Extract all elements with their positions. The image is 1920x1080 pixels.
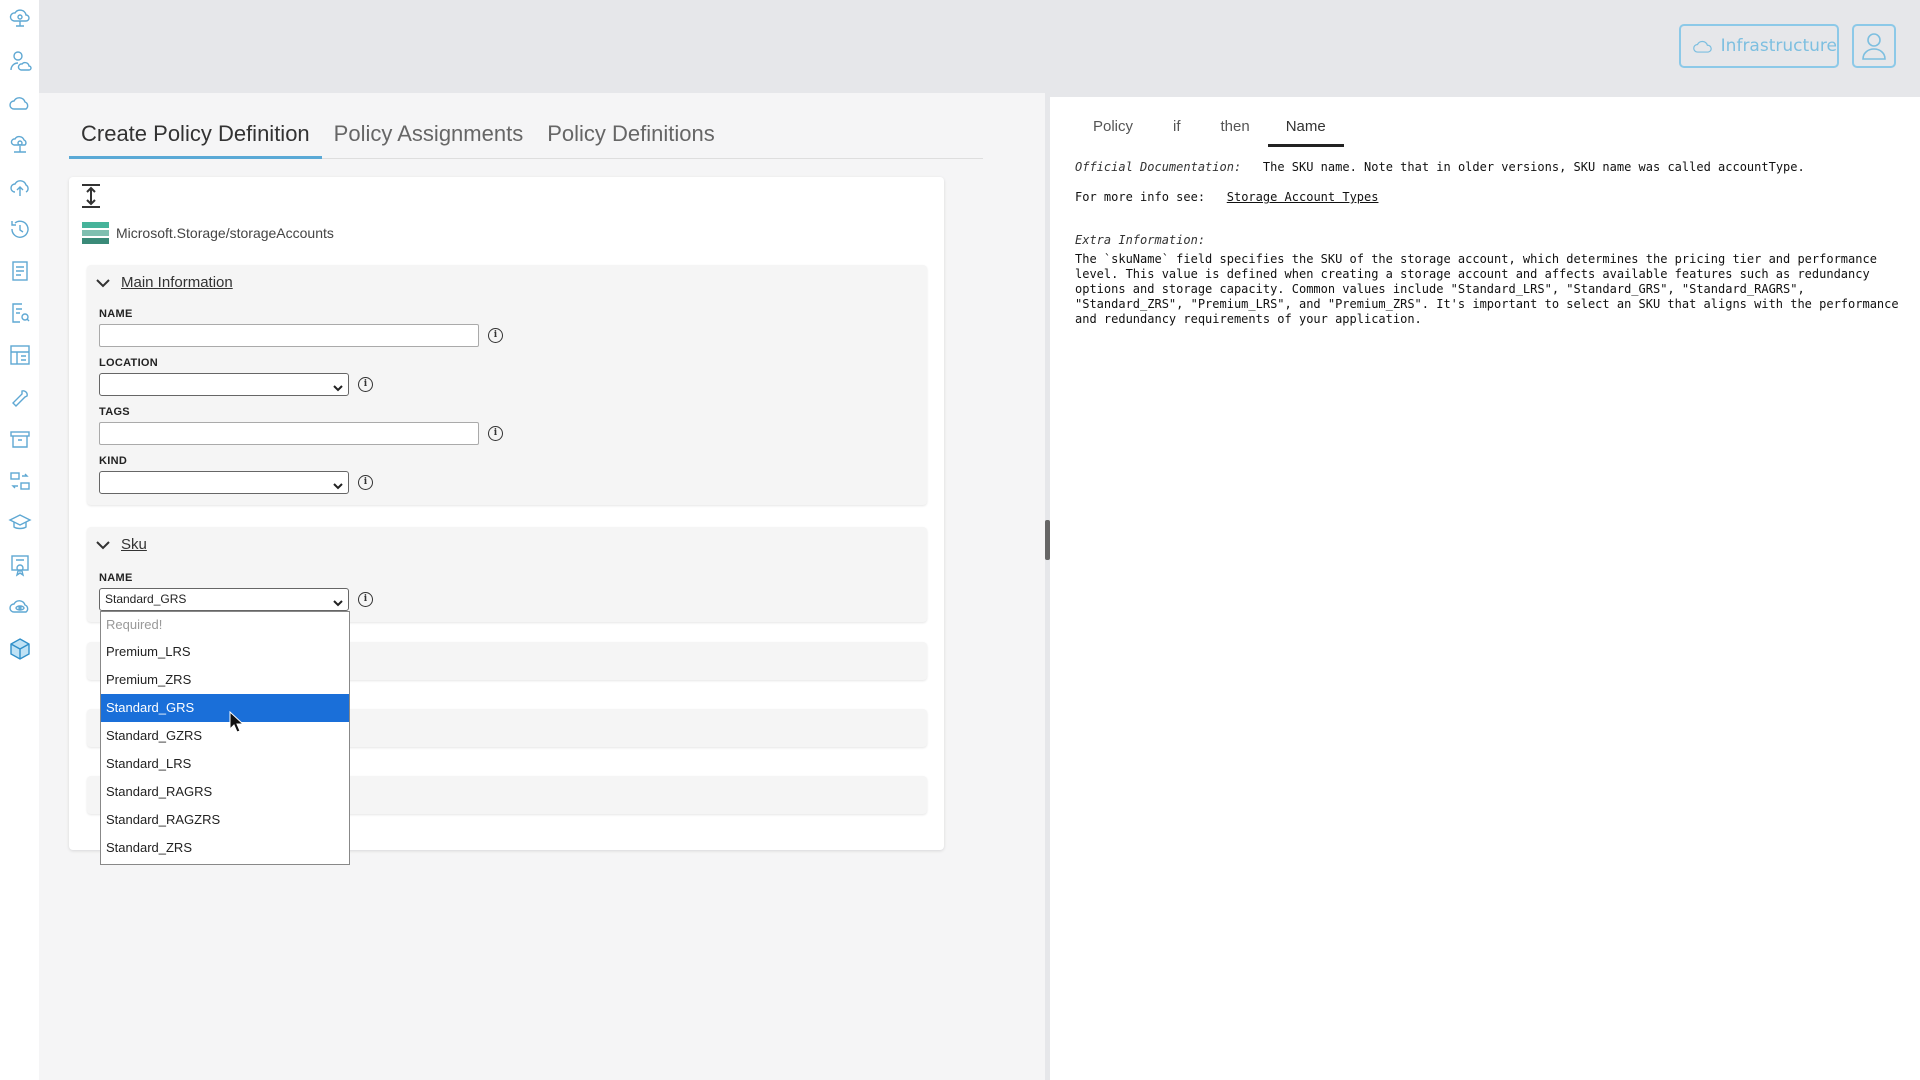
extra-information-label: Extra Information: <box>1075 233 1205 248</box>
dropdown-option[interactable]: Standard_ZRS <box>101 834 349 862</box>
dashboard-icon[interactable] <box>7 342 33 368</box>
azure-box-icon[interactable] <box>7 636 33 662</box>
main-information-section: Main Information NAME i LOCATION i TAGS … <box>87 265 927 505</box>
cloud-user-icon[interactable] <box>7 132 33 158</box>
dropdown-option[interactable]: Standard_GZRS <box>101 722 349 750</box>
section-title: Sku <box>121 536 147 553</box>
archive-icon[interactable] <box>7 426 33 452</box>
mouse-cursor-icon <box>229 711 245 733</box>
resource-type-label: Microsoft.Storage/storageAccounts <box>116 225 334 241</box>
certificate-icon[interactable] <box>7 552 33 578</box>
sku-name-select[interactable]: Standard_GRS <box>99 588 349 611</box>
dropdown-option[interactable]: Standard_RAGRS <box>101 778 349 806</box>
location-label: LOCATION <box>99 357 159 369</box>
storage-account-icon <box>82 222 109 244</box>
expand-all-icon[interactable] <box>80 183 102 209</box>
name-label: NAME <box>99 308 133 320</box>
chevron-down-icon <box>332 477 344 490</box>
cloud-upload-icon[interactable] <box>7 174 33 200</box>
doc-tabs: Policy if then Name <box>1075 117 1344 147</box>
extra-info-label: Extra Information: <box>1075 233 1206 247</box>
section-title: Main Information <box>121 274 233 291</box>
tab-policy[interactable]: Policy <box>1075 117 1151 147</box>
info-icon[interactable]: i <box>358 592 373 607</box>
dropdown-option[interactable]: Standard_LRS <box>101 750 349 778</box>
policy-tabs: Create Policy Definition Policy Assignme… <box>69 119 983 159</box>
info-icon[interactable]: i <box>488 426 503 441</box>
dropdown-option[interactable]: Standard_RAGZRS <box>101 806 349 834</box>
sku-section: Sku NAME Standard_GRS i <box>87 527 927 622</box>
tab-policy-definitions[interactable]: Policy Definitions <box>535 119 727 159</box>
tab-policy-assignments[interactable]: Policy Assignments <box>322 119 536 159</box>
graduation-cap-icon[interactable] <box>7 510 33 536</box>
tab-if[interactable]: if <box>1151 117 1203 147</box>
info-icon[interactable]: i <box>358 475 373 490</box>
more-info: For more info see: Storage Account Types <box>1075 190 1378 205</box>
kind-select[interactable] <box>99 471 349 494</box>
chevron-down-icon <box>332 594 344 607</box>
resource-type: Microsoft.Storage/storageAccounts <box>82 222 334 244</box>
document-search-icon[interactable] <box>7 300 33 326</box>
sku-name-value: Standard_GRS <box>105 592 187 606</box>
tab-create-policy-definition[interactable]: Create Policy Definition <box>69 119 322 159</box>
cloud-eye-icon[interactable] <box>7 594 33 620</box>
documentation-panel: Policy if then Name Official Documentati… <box>1050 97 1920 1080</box>
tags-input[interactable] <box>99 422 479 445</box>
swap-icon[interactable] <box>7 468 33 494</box>
user-profile-button[interactable] <box>1852 24 1896 68</box>
cloud-icon[interactable] <box>7 90 33 116</box>
dropdown-option[interactable]: Premium_ZRS <box>101 666 349 694</box>
official-documentation: Official Documentation: The SKU name. No… <box>1075 160 1805 175</box>
user-cloud-icon[interactable] <box>7 48 33 74</box>
main-content: Create Policy Definition Policy Assignme… <box>39 93 1045 1080</box>
user-icon <box>1862 33 1886 60</box>
dropdown-option[interactable]: Premium_LRS <box>101 638 349 666</box>
info-icon[interactable]: i <box>358 377 373 392</box>
chevron-down-icon <box>332 379 344 392</box>
sidebar-rail <box>0 0 39 1080</box>
chevron-down-icon <box>96 540 110 549</box>
tags-label: TAGS <box>99 406 130 418</box>
cloud-icon <box>1693 40 1712 53</box>
main-information-header[interactable]: Main Information <box>95 274 233 291</box>
storage-account-types-link[interactable]: Storage Account Types <box>1227 190 1379 204</box>
infrastructure-button[interactable]: Infrastructure <box>1679 24 1839 68</box>
info-icon[interactable]: i <box>488 328 503 343</box>
document-icon[interactable] <box>7 258 33 284</box>
dropdown-option-required: Required! <box>106 617 163 632</box>
extra-information-text: The `skuName` field specifies the SKU of… <box>1075 252 1899 326</box>
tab-name[interactable]: Name <box>1267 117 1344 147</box>
name-input[interactable] <box>99 324 479 347</box>
official-doc-label: Official Documentation: <box>1075 160 1242 174</box>
location-select[interactable] <box>99 373 349 396</box>
dropdown-option-selected[interactable]: Standard_GRS <box>101 694 349 722</box>
wrench-icon[interactable] <box>7 384 33 410</box>
history-icon[interactable] <box>7 216 33 242</box>
sku-header[interactable]: Sku <box>95 536 147 553</box>
sku-name-dropdown: Required! Premium_LRS Premium_ZRS Standa… <box>100 611 350 865</box>
kind-label: KIND <box>99 455 128 467</box>
more-info-label: For more info see: <box>1075 190 1206 204</box>
infrastructure-label: Infrastructure <box>1720 36 1837 56</box>
official-doc-text: The SKU name. Note that in older version… <box>1262 160 1805 174</box>
sku-name-label: NAME <box>99 572 133 584</box>
tab-then[interactable]: then <box>1203 117 1268 147</box>
chevron-down-icon <box>96 278 110 287</box>
cloud-network-icon[interactable] <box>7 5 33 31</box>
